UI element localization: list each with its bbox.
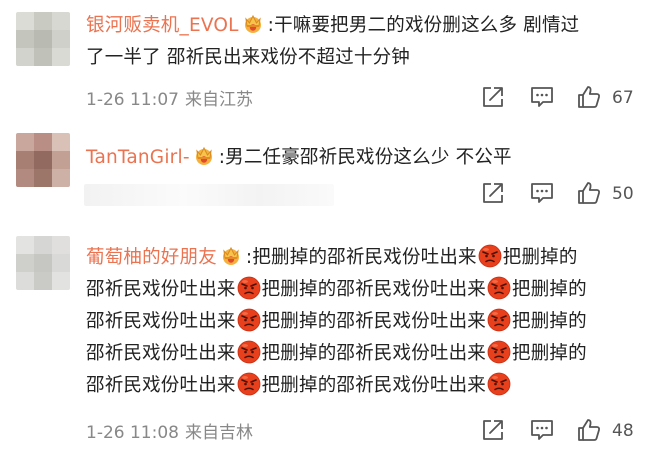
comment-body: TanTanGirl- :男二任豪邵祈民戏份这么少 不公平 [86, 142, 646, 174]
comment-text-segment: 把删掉的邵祈民戏份吐出来 [261, 311, 487, 332]
comment-text-line: :干嘛要把男二的戏份删这么多 剧情过 [267, 15, 580, 36]
member-crown-icon [242, 12, 264, 34]
comment-meta: 1-26 11:07 来自江苏 [86, 85, 253, 110]
comment-icon[interactable] [529, 84, 555, 110]
comment-text-segment: 把删掉的 [502, 247, 578, 268]
angry-face-emoji-icon [487, 276, 511, 300]
like-count: 67 [612, 88, 634, 108]
comment-body: 葡萄柚的好朋友:把删掉的邵祈民戏份吐出来 把删掉的 邵祈民戏份吐出来 把删掉的邵祈民… [86, 242, 646, 402]
obscured-meta [84, 184, 334, 206]
username[interactable]: TanTanGirl- [86, 147, 190, 168]
share-icon[interactable] [480, 417, 506, 443]
avatar[interactable] [16, 133, 70, 187]
member-crown-icon [220, 244, 242, 266]
avatar[interactable] [16, 12, 70, 66]
thumbs-up-icon[interactable] [576, 180, 602, 206]
comment-actions: 48 [480, 417, 660, 447]
member-crown-icon [193, 144, 215, 166]
angry-face-emoji-icon [487, 372, 511, 396]
angry-face-emoji-icon [237, 276, 261, 300]
ip-location: 来自江苏 [184, 90, 253, 110]
ip-location: 来自吉林 [184, 423, 253, 443]
thumbs-up-icon[interactable] [576, 84, 602, 110]
angry-face-emoji-icon [237, 340, 261, 364]
comment-item: 银河贩卖机_EVOL :干嘛要把男二的戏份删这么多 剧情过 了一半了 邵祈民出来戏… [0, 0, 660, 120]
comment-text-segment: 把删掉的 [512, 311, 587, 332]
comment-text-segment: 邵祈民戏份吐出来 [86, 375, 236, 396]
share-icon[interactable] [480, 84, 506, 110]
comment-meta: 1-26 11:08 来自吉林 [86, 418, 253, 443]
username[interactable]: 葡萄柚的好朋友 [86, 247, 217, 268]
like-count: 48 [612, 421, 634, 441]
comment-icon[interactable] [529, 417, 555, 443]
share-icon[interactable] [480, 180, 506, 206]
thumbs-up-icon[interactable] [576, 417, 602, 443]
comment-text-segment: 把删掉的邵祈民戏份吐出来 [261, 279, 487, 300]
timestamp: 1-26 11:07 [86, 90, 179, 110]
angry-face-emoji-icon [487, 308, 511, 332]
comment-actions: 67 [480, 84, 660, 114]
comment-text-segment: 把删掉的 [512, 279, 587, 300]
comment-text-line: :把删掉的邵祈民戏份吐出来 [245, 247, 477, 268]
comment-actions: 50 [480, 180, 660, 210]
username[interactable]: 银河贩卖机_EVOL [86, 15, 239, 36]
avatar[interactable] [16, 236, 70, 290]
timestamp: 1-26 11:08 [86, 423, 179, 443]
comment-icon[interactable] [529, 180, 555, 206]
angry-face-emoji-icon [237, 372, 261, 396]
comment-text-segment: 邵祈民戏份吐出来 [86, 343, 236, 364]
angry-face-emoji-icon [478, 244, 502, 268]
like-count: 50 [612, 184, 634, 204]
comment-body: 银河贩卖机_EVOL :干嘛要把男二的戏份删这么多 剧情过 了一半了 邵祈民出来戏… [86, 10, 646, 74]
angry-face-emoji-icon [487, 340, 511, 364]
comment-text-segment: 邵祈民戏份吐出来 [86, 311, 236, 332]
comment-item: 葡萄柚的好朋友:把删掉的邵祈民戏份吐出来 把删掉的 邵祈民戏份吐出来 把删掉的邵祈民… [0, 222, 660, 454]
comment-text-segment: 邵祈民戏份吐出来 [86, 279, 236, 300]
comment-text-segment: 把删掉的 [512, 343, 587, 364]
comment-text-segment: 把删掉的邵祈民戏份吐出来 [261, 343, 487, 364]
angry-face-emoji-icon [237, 308, 261, 332]
comment-text-line: 了一半了 邵祈民出来戏份不超过十分钟 [86, 47, 410, 68]
comment-text-segment: 把删掉的邵祈民戏份吐出来 [261, 375, 487, 396]
comment-text-line: :男二任豪邵祈民戏份这么少 不公平 [218, 147, 512, 168]
